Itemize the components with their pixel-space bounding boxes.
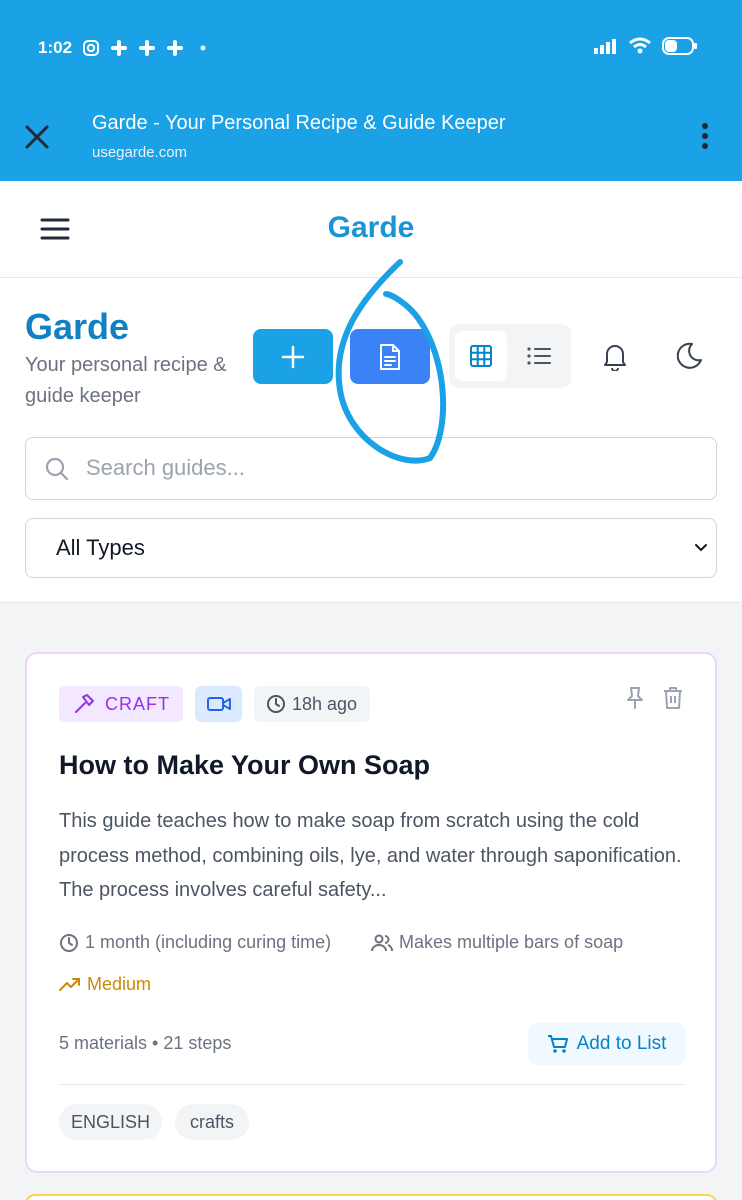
yield-meta: Makes multiple bars of soap	[371, 932, 623, 953]
document-icon	[380, 343, 400, 370]
type-badge: CRAFT	[59, 686, 183, 722]
users-icon	[371, 934, 393, 951]
list-view-button[interactable]	[513, 331, 565, 381]
signal-icon	[594, 39, 616, 54]
list-icon	[527, 347, 551, 365]
next-guide-card[interactable]	[25, 1194, 717, 1200]
app-navbar: Garde	[0, 181, 742, 278]
grid-icon	[470, 345, 492, 367]
wifi-icon	[629, 37, 651, 54]
navbar-brand[interactable]: Garde	[0, 211, 742, 245]
chevron-down-icon	[695, 544, 707, 552]
type-filter-value: All Types	[56, 535, 145, 560]
view-toggle	[449, 324, 571, 388]
type-badge-label: CRAFT	[105, 693, 170, 714]
slack-icon	[111, 40, 128, 56]
plus-icon	[281, 345, 305, 368]
cart-icon	[547, 1035, 568, 1053]
add-guide-button[interactable]	[253, 329, 333, 384]
trash-icon[interactable]	[662, 686, 684, 710]
duration-text: 1 month (including curing time)	[85, 932, 332, 952]
page-title: Garde - Your Personal Recipe & Guide Kee…	[92, 112, 506, 134]
difficulty-text: Medium	[87, 974, 152, 994]
header-subtitle: Your personal recipe & guide keeper	[25, 354, 227, 407]
card-divider	[59, 1084, 685, 1085]
search-field[interactable]	[25, 437, 717, 500]
moon-icon[interactable]	[674, 341, 704, 371]
status-bar: 1:02	[38, 36, 212, 60]
guide-card[interactable]: CRAFT 18h ago How to Make Your Own Soap …	[25, 652, 717, 1173]
tag-chip[interactable]: ENGLISH	[59, 1104, 162, 1140]
tag-chip[interactable]: crafts	[175, 1104, 249, 1140]
bell-icon[interactable]	[600, 341, 630, 371]
slack-icon	[167, 40, 184, 56]
time-badge: 18h ago	[254, 686, 370, 722]
grid-view-button[interactable]	[455, 331, 507, 381]
import-document-button[interactable]	[350, 329, 430, 384]
difficulty-meta: Medium	[59, 974, 151, 995]
close-icon[interactable]	[24, 124, 50, 150]
add-to-list-button[interactable]: Add to List	[528, 1023, 685, 1065]
video-icon	[206, 697, 231, 711]
duration-meta: 1 month (including curing time)	[59, 932, 331, 953]
instagram-icon	[83, 40, 100, 56]
search-input[interactable]	[86, 448, 686, 488]
more-options-icon[interactable]	[694, 120, 716, 152]
add-to-list-label: Add to List	[576, 1033, 667, 1054]
page-header: Garde Your personal recipe & guide keepe…	[0, 278, 742, 603]
video-badge	[195, 686, 242, 722]
status-indicators	[594, 36, 698, 56]
slack-icon	[139, 40, 156, 56]
time-ago: 18h ago	[292, 693, 358, 714]
notification-dot-icon	[200, 45, 206, 51]
trending-up-icon	[59, 977, 80, 991]
clock-icon	[60, 933, 78, 952]
header-title: Garde	[25, 306, 130, 347]
guide-description: This guide teaches how to make soap from…	[59, 810, 682, 901]
clock-icon	[267, 695, 285, 713]
page-url: usegarde.com	[92, 144, 188, 161]
browser-header: 1:02 Garde - Your Personal Recipe & Guid…	[0, 0, 742, 181]
search-icon	[45, 457, 69, 481]
guide-title[interactable]: How to Make Your Own Soap	[59, 750, 430, 781]
type-filter-select[interactable]: All Types	[25, 518, 717, 578]
battery-icon	[662, 37, 697, 55]
yield-text: Makes multiple bars of soap	[399, 932, 624, 952]
pin-icon[interactable]	[624, 686, 646, 710]
materials-steps-count: 5 materials • 21 steps	[59, 1033, 232, 1053]
status-time: 1:02	[38, 38, 73, 57]
hammer-icon	[75, 694, 94, 713]
